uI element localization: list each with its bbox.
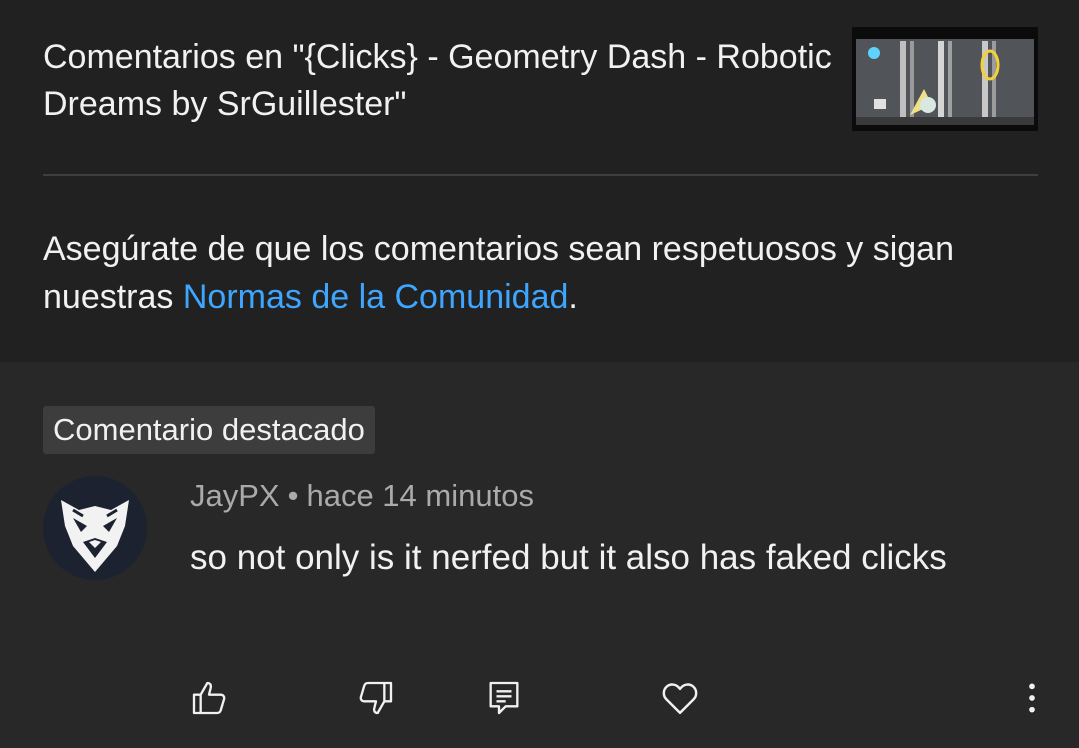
video-thumbnail[interactable] (852, 27, 1038, 131)
reply-icon (489, 681, 519, 715)
heart-button[interactable] (654, 672, 706, 724)
guidelines-suffix: . (568, 278, 578, 316)
more-options-button[interactable] (1006, 672, 1058, 724)
comments-header-section: Comentarios en "{Clicks} - Geometry Dash… (0, 0, 1079, 362)
comment-body: so not only is it nerfed but it also has… (190, 538, 947, 577)
thumbs-down-icon (359, 681, 393, 715)
reply-button[interactable] (478, 672, 530, 724)
divider (43, 174, 1038, 176)
heart-icon (662, 683, 698, 715)
wolf-avatar-icon[interactable] (43, 476, 147, 580)
comment-meta: JayPX • hace 14 minutos (190, 476, 534, 516)
comment-timestamp[interactable]: hace 14 minutos (306, 478, 533, 513)
video-title: Comentarios en "{Clicks} - Geometry Dash… (43, 38, 832, 123)
community-guidelines-link[interactable]: Normas de la Comunidad (183, 278, 569, 316)
thumbs-up-icon (192, 681, 226, 715)
like-button[interactable] (183, 672, 235, 724)
community-guidelines-notice: Asegúrate de que los comentarios sean re… (43, 225, 1043, 321)
comment-author[interactable]: JayPX (190, 478, 280, 513)
thumbnail-image (852, 27, 1038, 131)
pinned-comment-badge: Comentario destacado (43, 406, 375, 454)
meta-separator: • (287, 478, 299, 513)
more-vertical-icon (1029, 683, 1035, 713)
dislike-button[interactable] (350, 672, 402, 724)
